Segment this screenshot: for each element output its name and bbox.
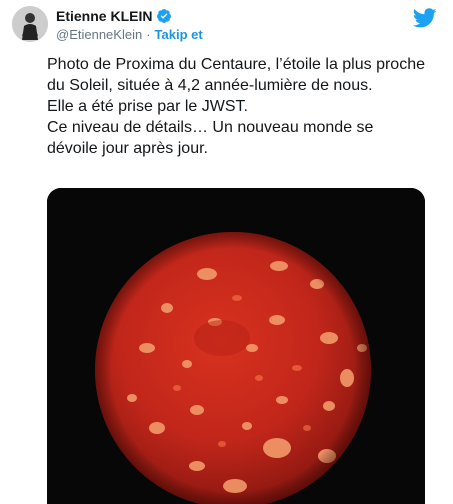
tweet-header: Etienne KLEIN @EtienneKlein · Takip et	[12, 6, 443, 48]
tweet-photo[interactable]	[47, 188, 425, 504]
tweet-line: Elle a été prise par le JWST.	[47, 98, 248, 115]
tweet-text: Photo de Proxima du Centaure, l’étoile l…	[47, 54, 427, 159]
author-display-name[interactable]: Etienne KLEIN	[56, 8, 152, 24]
twitter-bird-icon[interactable]	[413, 6, 437, 30]
verified-badge-icon	[157, 9, 172, 23]
follow-button[interactable]: Takip et	[155, 27, 203, 42]
author-avatar[interactable]	[12, 6, 48, 42]
user-avatar-icon	[12, 6, 48, 42]
tweet-line: Photo de Proxima du Centaure, l’étoile l…	[47, 56, 430, 94]
red-star-photo	[47, 188, 425, 504]
tweet-line: Ce niveau de détails… Un nouveau monde s…	[47, 119, 378, 157]
separator-dot: ·	[146, 27, 151, 42]
author-handle[interactable]: @EtienneKlein	[56, 27, 142, 42]
